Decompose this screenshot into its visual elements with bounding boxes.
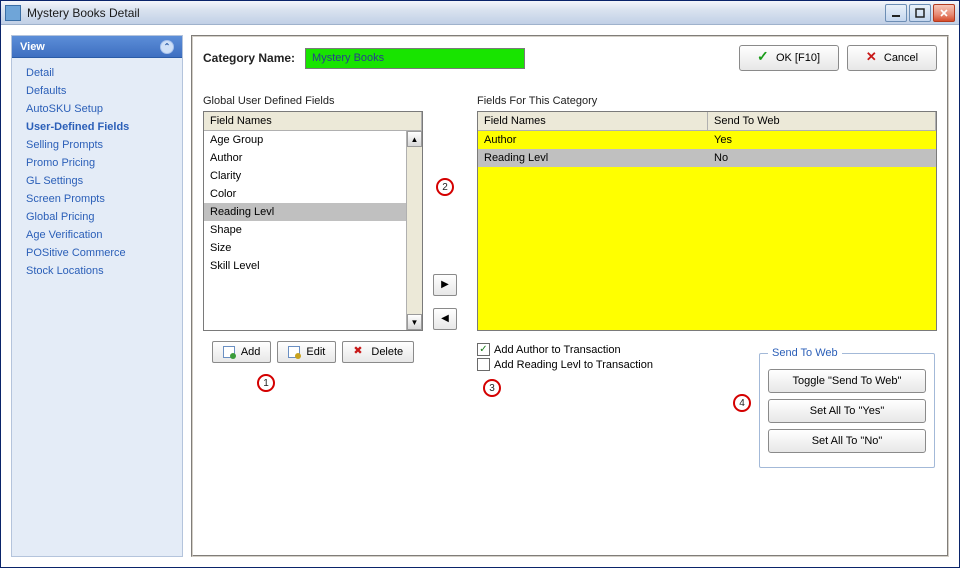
cross-icon [866, 52, 878, 64]
delete-icon [353, 346, 365, 358]
fields-columns: Global User Defined Fields Field Names A… [203, 95, 937, 468]
sidebar-header[interactable]: View ⌃ [12, 36, 182, 58]
close-button[interactable] [933, 4, 955, 22]
sidebar-item-screen-prompts[interactable]: Screen Prompts [12, 190, 182, 208]
category-name-input[interactable] [305, 48, 525, 69]
collapse-chevron-icon[interactable]: ⌃ [160, 40, 174, 54]
window-title: Mystery Books Detail [27, 6, 885, 20]
titlebar: Mystery Books Detail [1, 1, 959, 25]
sidebar-items: Detail Defaults AutoSKU Setup User-Defin… [12, 58, 182, 286]
list-item[interactable]: Age Group [204, 131, 422, 149]
edit-button[interactable]: Edit [277, 341, 336, 363]
cat-header-fieldnames: Field Names [478, 112, 708, 130]
sidebar: View ⌃ Detail Defaults AutoSKU Setup Use… [11, 35, 183, 557]
add-author-checkbox[interactable]: ✓ Add Author to Transaction [477, 343, 653, 356]
sidebar-item-stock-locations[interactable]: Stock Locations [12, 262, 182, 280]
global-fields-listbox[interactable]: Field Names Age Group Author Clarity Col… [203, 111, 423, 331]
sidebar-item-defaults[interactable]: Defaults [12, 82, 182, 100]
check-icon [758, 52, 770, 64]
sidebar-item-age-verification[interactable]: Age Verification [12, 226, 182, 244]
list-item[interactable]: Reading Levl [204, 203, 422, 221]
category-fields-listbox[interactable]: Field Names Send To Web Author Yes Readi… [477, 111, 937, 331]
cat-header-sendtoweb: Send To Web [708, 112, 936, 130]
set-all-yes-button[interactable]: Set All To "Yes" [768, 399, 926, 423]
set-all-no-button[interactable]: Set All To "No" [768, 429, 926, 453]
ok-button[interactable]: OK [F10] [739, 45, 839, 71]
cancel-button[interactable]: Cancel [847, 45, 937, 71]
list-item[interactable]: Author [204, 149, 422, 167]
sidebar-header-label: View [20, 41, 45, 53]
window-frame: Mystery Books Detail View ⌃ Detail Defau… [0, 0, 960, 568]
toggle-send-to-web-button[interactable]: Toggle "Send To Web" [768, 369, 926, 393]
new-doc-icon [223, 346, 235, 358]
delete-button[interactable]: Delete [342, 341, 414, 363]
list-item[interactable]: Size [204, 239, 422, 257]
sidebar-item-global-pricing[interactable]: Global Pricing [12, 208, 182, 226]
table-row[interactable]: Author Yes [478, 131, 936, 149]
category-fields-header: Field Names Send To Web [478, 112, 936, 131]
sidebar-item-udf[interactable]: User-Defined Fields [12, 118, 182, 136]
app-icon [5, 5, 21, 21]
edit-doc-icon [288, 346, 300, 358]
send-to-web-legend: Send To Web [768, 347, 842, 359]
content-area: View ⌃ Detail Defaults AutoSKU Setup Use… [1, 25, 959, 567]
send-to-web-group: Send To Web Toggle "Send To Web" Set All… [759, 347, 935, 468]
scroll-down-icon[interactable]: ▼ [407, 314, 422, 330]
sidebar-item-promo-pricing[interactable]: Promo Pricing [12, 154, 182, 172]
table-row[interactable]: Reading Levl No [478, 149, 936, 167]
list-item[interactable]: Clarity [204, 167, 422, 185]
category-name-label: Category Name: [203, 51, 295, 65]
scrollbar[interactable]: ▲ ▼ [406, 131, 422, 330]
maximize-button[interactable] [909, 4, 931, 22]
checkbox-icon [477, 358, 490, 371]
minimize-button[interactable] [885, 4, 907, 22]
category-fields-title: Fields For This Category [477, 95, 937, 107]
window-controls [885, 4, 955, 22]
checkbox-icon: ✓ [477, 343, 490, 356]
scroll-up-icon[interactable]: ▲ [407, 131, 422, 147]
list-item[interactable]: Shape [204, 221, 422, 239]
sidebar-item-detail[interactable]: Detail [12, 64, 182, 82]
sidebar-item-gl-settings[interactable]: GL Settings [12, 172, 182, 190]
move-right-button[interactable]: ▶ [433, 274, 457, 296]
header-row: Category Name: OK [F10] Cancel [203, 45, 937, 71]
add-reading-checkbox[interactable]: Add Reading Levl to Transaction [477, 358, 653, 371]
add-button[interactable]: Add [212, 341, 272, 363]
right-lower-controls: ✓ Add Author to Transaction Add Reading … [477, 341, 937, 468]
list-item[interactable]: Skill Level [204, 257, 422, 275]
move-left-button[interactable]: ◀ [433, 308, 457, 330]
global-fields-header-cell: Field Names [204, 112, 422, 130]
list-item[interactable]: Color [204, 185, 422, 203]
global-fields-header: Field Names [204, 112, 422, 131]
main-panel: Category Name: OK [F10] Cancel [191, 35, 949, 557]
sidebar-item-positive-commerce[interactable]: POSitive Commerce [12, 244, 182, 262]
sidebar-item-selling-prompts[interactable]: Selling Prompts [12, 136, 182, 154]
global-fields-title: Global User Defined Fields [203, 95, 423, 107]
sidebar-item-autosku[interactable]: AutoSKU Setup [12, 100, 182, 118]
